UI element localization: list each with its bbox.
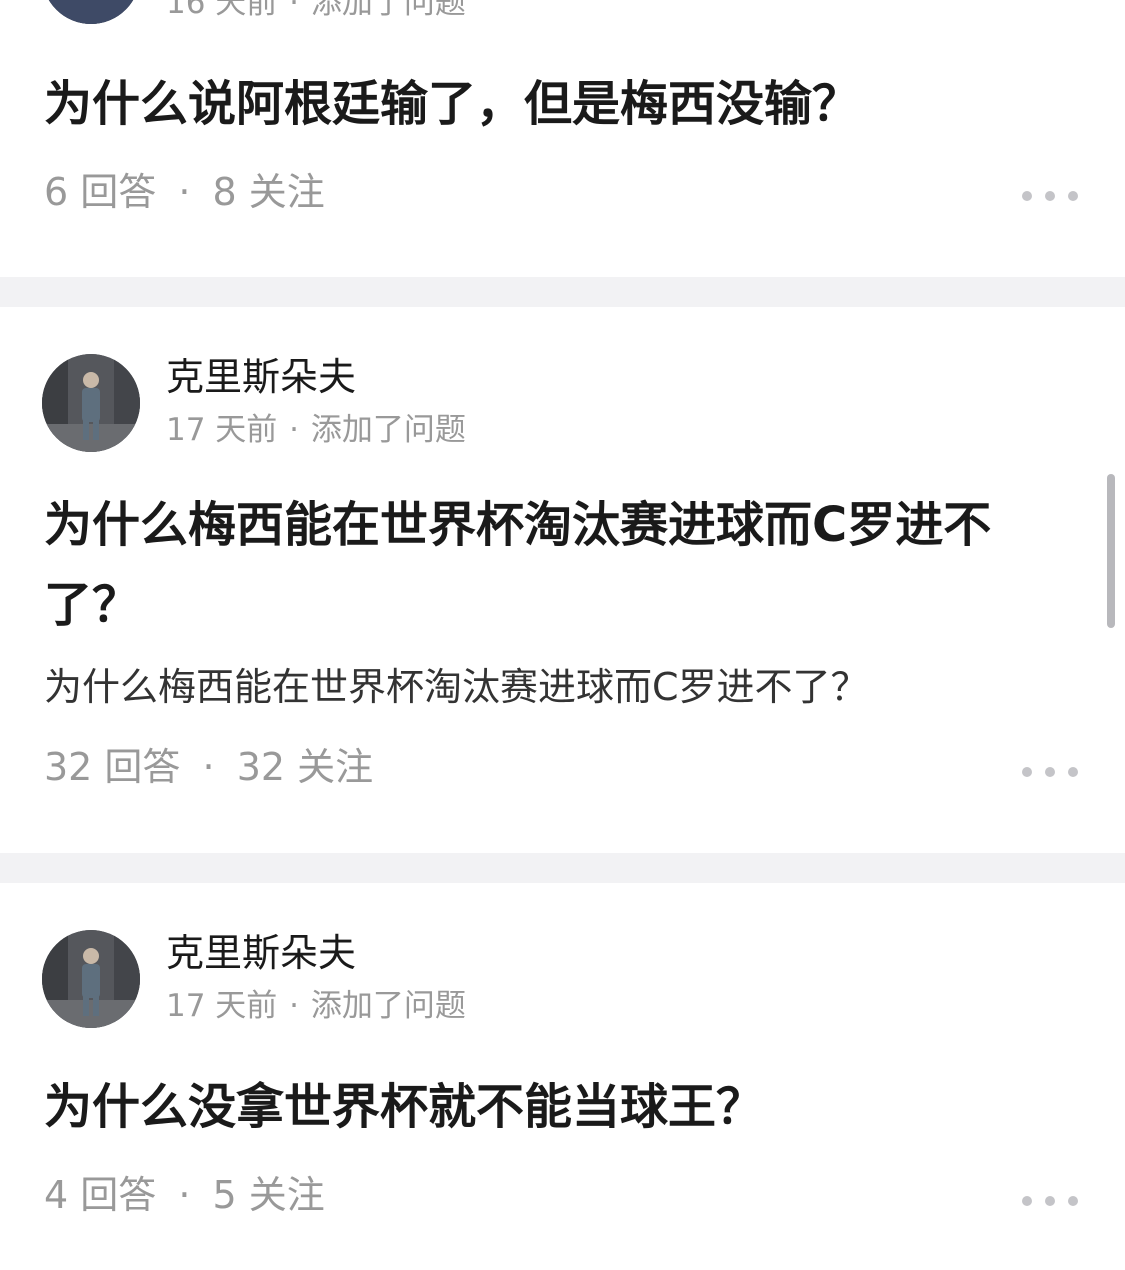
answer-count[interactable]: 4 回答 <box>44 1173 156 1217</box>
question-card[interactable]: 克里斯朵夫 17 天前 · 添加了问题 为什么没拿世界杯就不能当球王？ 4 回答… <box>0 883 1125 1270</box>
more-options-button[interactable] <box>1022 762 1078 782</box>
question-title[interactable]: 为什么梅西能在世界杯淘汰赛进球而C罗进不了？ <box>44 485 1044 645</box>
author-name[interactable]: 克里斯朵夫 <box>166 355 356 399</box>
answer-count[interactable]: 32 回答 <box>44 745 180 789</box>
author-name[interactable]: 克里斯朵夫 <box>166 931 356 975</box>
question-stats: 6 回答 · 8 关注 <box>44 168 325 216</box>
card-divider <box>0 853 1125 883</box>
meta-action: 添加了问题 <box>310 0 466 21</box>
more-horizontal-icon <box>1045 1196 1055 1206</box>
stats-separator: · <box>178 1173 191 1217</box>
more-horizontal-icon <box>1068 1196 1078 1206</box>
meta-separator: · <box>289 0 300 21</box>
question-title[interactable]: 为什么说阿根廷输了，但是梅西没输？ <box>44 64 1044 144</box>
question-card[interactable]: 克里斯朵夫 17 天前 · 添加了问题 为什么梅西能在世界杯淘汰赛进球而C罗进不… <box>0 307 1125 853</box>
stats-separator: · <box>202 745 215 789</box>
stats-separator: · <box>178 170 191 214</box>
question-stats: 32 回答 · 32 关注 <box>44 743 373 791</box>
more-options-button[interactable] <box>1022 186 1078 206</box>
question-title[interactable]: 为什么没拿世界杯就不能当球王？ <box>44 1067 1044 1147</box>
question-description[interactable]: 为什么梅西能在世界杯淘汰赛进球而C罗进不了？ <box>44 663 1084 711</box>
meta-time: 17 天前 <box>166 988 278 1024</box>
avatar[interactable] <box>42 0 140 24</box>
more-horizontal-icon <box>1068 767 1078 777</box>
meta-separator: · <box>289 988 300 1024</box>
more-horizontal-icon <box>1022 767 1032 777</box>
avatar[interactable] <box>42 354 140 452</box>
answer-count[interactable]: 6 回答 <box>44 170 156 214</box>
follower-count[interactable]: 8 关注 <box>213 170 325 214</box>
more-horizontal-icon <box>1045 767 1055 777</box>
meta-time: 16 天前 <box>166 0 278 21</box>
question-card[interactable]: 16 天前 · 添加了问题 为什么说阿根廷输了，但是梅西没输？ 6 回答 · 8… <box>0 0 1125 277</box>
question-meta: 17 天前 · 添加了问题 <box>166 411 466 449</box>
follower-count[interactable]: 5 关注 <box>213 1173 325 1217</box>
meta-action: 添加了问题 <box>310 988 466 1024</box>
more-horizontal-icon <box>1068 191 1078 201</box>
follower-count[interactable]: 32 关注 <box>237 745 373 789</box>
question-meta: 16 天前 · 添加了问题 <box>166 0 466 22</box>
more-horizontal-icon <box>1045 191 1055 201</box>
avatar[interactable] <box>42 930 140 1028</box>
more-horizontal-icon <box>1022 191 1032 201</box>
card-divider <box>0 277 1125 307</box>
avatar-image <box>42 354 140 452</box>
question-feed: 16 天前 · 添加了问题 为什么说阿根廷输了，但是梅西没输？ 6 回答 · 8… <box>0 0 1125 1270</box>
meta-separator: · <box>289 412 300 448</box>
meta-action: 添加了问题 <box>310 412 466 448</box>
more-options-button[interactable] <box>1022 1191 1078 1211</box>
scrollbar-thumb[interactable] <box>1107 474 1115 628</box>
more-horizontal-icon <box>1022 1196 1032 1206</box>
question-meta: 17 天前 · 添加了问题 <box>166 987 466 1025</box>
meta-time: 17 天前 <box>166 412 278 448</box>
avatar-image <box>42 930 140 1028</box>
question-stats: 4 回答 · 5 关注 <box>44 1171 325 1219</box>
avatar-image <box>42 0 140 24</box>
